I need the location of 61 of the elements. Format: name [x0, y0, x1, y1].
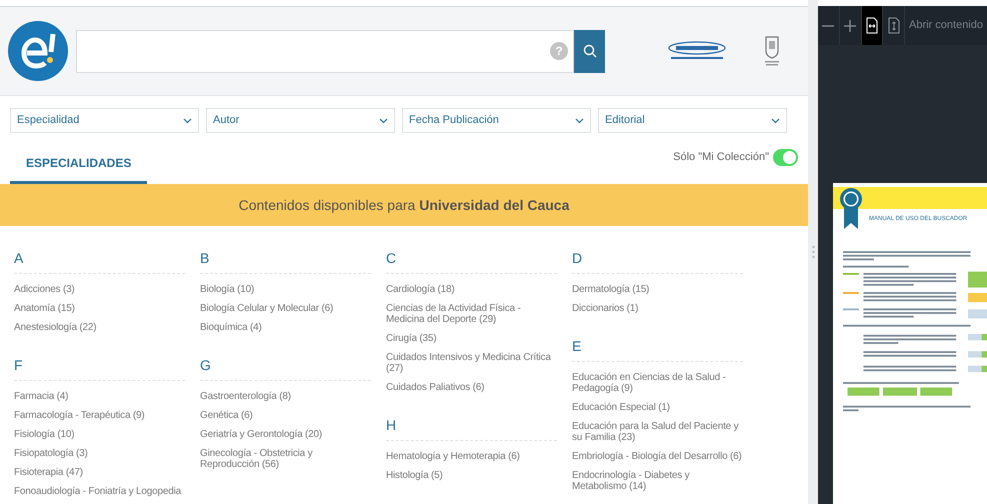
specialty-link[interactable]: Farmacia (4) — [14, 391, 185, 402]
specialty-link[interactable]: Fonoaudiología - Foniatría y Logopedia — [14, 486, 185, 497]
plus-icon — [843, 18, 858, 32]
logo-icon[interactable] — [6, 20, 68, 82]
filter-dropdown[interactable]: Especialidad — [10, 108, 199, 133]
drag-handle-icon[interactable] — [812, 245, 814, 259]
section-letter: A — [14, 248, 185, 274]
specialty-link[interactable]: Cirugía (35) — [386, 333, 557, 344]
page-width-icon — [866, 17, 878, 34]
specialty-link[interactable]: Hematología y Hemoterapia (6) — [386, 451, 557, 462]
specialty-link[interactable]: Biología Celular y Molecular (6) — [200, 303, 371, 314]
specialty-link[interactable]: Endocrinología - Diabetes y Metabolismo (14) — [572, 470, 743, 492]
specialty-link[interactable]: Adicciones (3) — [14, 284, 185, 295]
section-letter: B — [200, 248, 371, 274]
filter-dropdown[interactable]: Editorial — [598, 108, 787, 133]
minus-icon — [822, 24, 834, 26]
specialty-link[interactable]: Educación para la Salud del Paciente y su Familia (23) — [572, 421, 743, 443]
section-letter: C — [386, 248, 557, 274]
chevron-down-icon — [575, 118, 584, 124]
specialty-link[interactable]: Educación Especial (1) — [572, 402, 743, 413]
specialty-link[interactable]: Cuidados Intensivos y Medicina Crítica (27) — [386, 352, 557, 374]
specialty-link[interactable]: Diccionarios (1) — [572, 303, 743, 314]
specialty-link[interactable]: Embriología - Biología del Desarrollo (6) — [572, 451, 743, 462]
chevron-down-icon — [379, 118, 388, 124]
section-letter: F — [14, 355, 185, 381]
specialty-link[interactable]: Anestesiología (22) — [14, 322, 185, 333]
specialty-link[interactable]: Biología (10) — [200, 284, 371, 295]
specialty-link[interactable]: Farmacología - Terapéutica (9) — [14, 410, 185, 421]
specialty-link[interactable]: Bioquímica (4) — [200, 322, 371, 333]
section-letter: D — [572, 248, 743, 274]
specialty-link[interactable]: Educación en Ciencias de la Salud - Pedagogía (9) — [572, 372, 743, 394]
specialty-link[interactable]: Ciencias de la Actividad Física - Medicina del Deporte (29) — [386, 303, 557, 325]
collection-toggle[interactable] — [773, 148, 798, 166]
publisher-logo-icon — [668, 40, 726, 62]
specialty-link[interactable]: Genética (6) — [200, 410, 371, 421]
specialty-link[interactable]: Geriatría y Gerontología (20) — [200, 429, 371, 440]
specialty-link[interactable]: Cuidados Paliativos (6) — [386, 382, 557, 393]
toggle-label: Sólo "Mi Colección" — [673, 150, 769, 165]
search-icon — [582, 44, 596, 58]
specialty-link[interactable]: Cardiología (18) — [386, 284, 557, 295]
chevron-down-icon — [183, 118, 192, 124]
specialty-link[interactable]: Fisioterapia (47) — [14, 467, 185, 478]
filter-dropdown[interactable]: Fecha Publicación — [402, 108, 591, 133]
availability-banner: Contenidos disponibles para Universidad del Cauca — [0, 184, 808, 226]
specialty-link[interactable]: Ginecología - Obstetricia y Reproducción (56) — [200, 448, 371, 470]
specialty-link[interactable]: Fisiología (10) — [14, 429, 185, 440]
specialty-link[interactable]: Anatomía (15) — [14, 303, 185, 314]
ribbon-badge-icon — [839, 187, 863, 231]
section-letter: E — [572, 336, 743, 362]
page-height-icon — [888, 17, 900, 34]
specialty-link[interactable]: Fisiopatología (3) — [14, 448, 185, 459]
specialty-link[interactable]: Dermatología (15) — [572, 284, 743, 295]
specialty-link[interactable]: Histología (5) — [386, 470, 557, 481]
university-crest-icon — [764, 35, 780, 67]
filter-dropdown[interactable]: Autor — [206, 108, 395, 133]
section-letter: H — [386, 415, 557, 441]
section-letter: G — [200, 355, 371, 381]
toolbar-button[interactable] — [862, 6, 884, 45]
chevron-down-icon — [771, 118, 780, 124]
search-button[interactable] — [574, 30, 605, 72]
specialty-link[interactable]: Gastroenterología (8) — [200, 391, 371, 402]
